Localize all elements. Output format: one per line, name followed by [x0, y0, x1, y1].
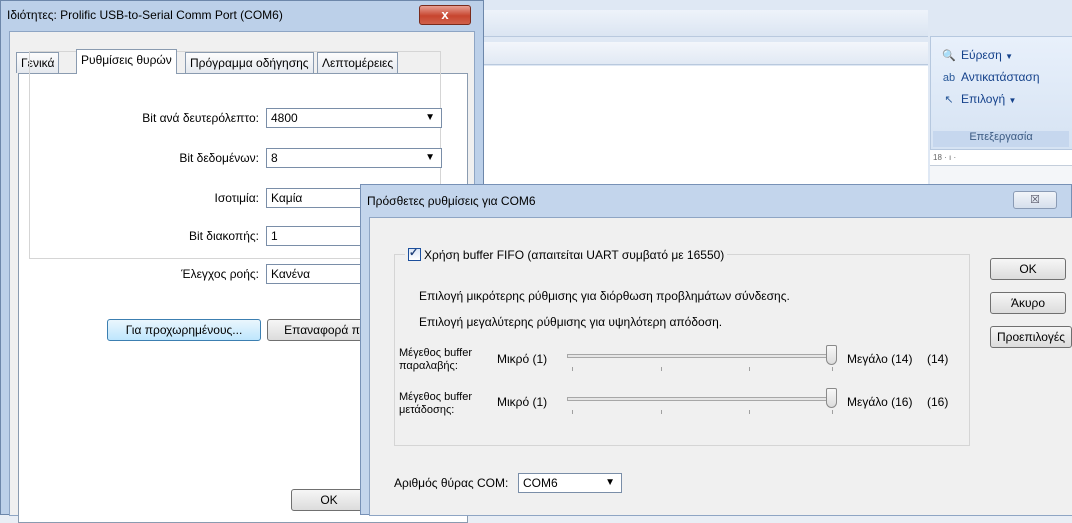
com-port-label: Αριθμός θύρας COM: — [394, 476, 509, 490]
tab-port-settings[interactable]: Ρυθμίσεις θυρών — [76, 49, 177, 74]
flow-control-label: Έλεγχος ροής: — [181, 267, 259, 281]
replace-label: Αντικατάσταση — [961, 70, 1040, 84]
find-label: Εύρεση — [961, 48, 1002, 62]
word-tab-strip — [470, 42, 928, 65]
cursor-icon: ↖ — [944, 94, 954, 106]
ruler-area — [930, 166, 1072, 186]
checkbox-checked-icon — [408, 245, 421, 261]
replace-button[interactable]: ab Αντικατάσταση — [941, 67, 1040, 87]
dialog-title: Ιδιότητες: Prolific USB-to-Serial Comm P… — [7, 8, 283, 22]
ok-button[interactable]: OK — [291, 489, 367, 511]
chevron-down-icon: ▼ — [605, 477, 615, 488]
receive-label-line1: Μέγεθος buffer — [399, 347, 472, 359]
close-button[interactable]: ☒ — [1013, 191, 1057, 209]
advanced-settings-dialog: Πρόσθετες ρυθμίσεις για COM6 ☒ Χρήση buf… — [360, 184, 1072, 516]
cancel-button[interactable]: Άκυρο — [990, 292, 1066, 314]
advanced-dialog-client: Χρήση buffer FIFO (απαιτείται UART συμβα… — [369, 217, 1072, 516]
bits-per-second-label: Bit ανά δευτερόλεπτο: — [142, 111, 259, 125]
tick — [832, 367, 833, 371]
word-title-strip — [470, 10, 928, 37]
tick — [661, 367, 662, 371]
ribbon-editing-group: 🔍 Εύρεση ▼ ab Αντικατάσταση ↖ Επιλογή ▼ Επε… — [930, 36, 1072, 150]
tick — [749, 410, 750, 414]
tick — [832, 410, 833, 414]
receive-buffer-label: Μέγεθος buffer παραλαβής: — [399, 347, 472, 373]
select-button[interactable]: ↖ Επιλογή ▼ — [941, 89, 1016, 109]
receive-buffer-track — [567, 354, 837, 358]
tick — [661, 410, 662, 414]
parity-value: Καμία — [271, 191, 303, 205]
receive-value: (14) — [927, 352, 949, 366]
ruler: 18 · ı · — [930, 150, 1072, 166]
defaults-button[interactable]: Προεπιλογές — [990, 326, 1072, 348]
receive-min-label: Μικρό (1) — [497, 352, 548, 366]
receive-max-label: Μεγάλο (14) — [847, 352, 913, 366]
data-bits-label: Bit δεδομένων: — [179, 151, 259, 165]
com-port-select[interactable]: COM6 ▼ — [518, 473, 622, 493]
replace-icon: ab — [942, 72, 956, 84]
transmit-max-label: Μεγάλο (16) — [847, 395, 913, 409]
tick — [572, 410, 573, 414]
stop-bits-label: Bit διακοπής: — [188, 229, 259, 243]
stop-bits-value: 1 — [271, 229, 278, 243]
com-port-value: COM6 — [523, 476, 558, 490]
transmit-label-line2: μετάδοσης: — [399, 404, 455, 416]
close-icon: ☒ — [1030, 194, 1040, 206]
fifo-checkbox[interactable]: Χρήση buffer FIFO (απαιτείται UART συμβα… — [405, 245, 728, 263]
select-label: Επιλογή — [961, 92, 1006, 106]
ribbon-group-label: Επεξεργασία — [933, 131, 1069, 147]
bits-per-second-select[interactable]: 4800 ▼ — [266, 108, 442, 128]
data-bits-value: 8 — [271, 151, 278, 165]
chevron-down-icon: ▼ — [425, 152, 435, 163]
tick — [572, 367, 573, 371]
receive-label-line2: παραλαβής: — [399, 360, 458, 372]
transmit-value: (16) — [927, 395, 949, 409]
advanced-button[interactable]: Για προχωρημένους... — [107, 319, 261, 341]
bits-per-second-value: 4800 — [271, 111, 298, 125]
fifo-group: Χρήση buffer FIFO (απαιτείται UART συμβα… — [394, 245, 970, 446]
find-button[interactable]: 🔍 Εύρεση ▼ — [941, 45, 1013, 65]
binoculars-icon: 🔍 — [942, 50, 956, 62]
chevron-down-icon: ▼ — [425, 112, 435, 123]
hint-high: Επιλογή μεγαλύτερης ρύθμισης για υψηλότε… — [419, 315, 723, 329]
transmit-label-line1: Μέγεθος buffer — [399, 391, 472, 403]
transmit-min-label: Μικρό (1) — [497, 395, 548, 409]
close-icon: x — [441, 7, 449, 22]
parity-label: Ισοτιμία: — [214, 191, 259, 205]
chevron-down-icon: ▼ — [1008, 96, 1017, 105]
flow-control-value: Κανένα — [271, 267, 311, 281]
transmit-buffer-track — [567, 397, 837, 401]
hint-low: Επιλογή μικρότερης ρύθμισης για διόρθωση… — [419, 289, 790, 303]
chevron-down-icon: ▼ — [1005, 52, 1014, 61]
ok-button[interactable]: OK — [990, 258, 1066, 280]
data-bits-select[interactable]: 8 ▼ — [266, 148, 442, 168]
receive-buffer-slider[interactable] — [826, 345, 837, 365]
fifo-checkbox-label: Χρήση buffer FIFO (απαιτείται UART συμβα… — [424, 248, 725, 262]
close-button[interactable]: x — [419, 5, 471, 25]
tick — [749, 367, 750, 371]
advanced-dialog-title: Πρόσθετες ρυθμίσεις για COM6 — [367, 194, 536, 208]
transmit-buffer-label: Μέγεθος buffer μετάδοσης: — [399, 391, 472, 417]
transmit-buffer-slider[interactable] — [826, 388, 837, 408]
